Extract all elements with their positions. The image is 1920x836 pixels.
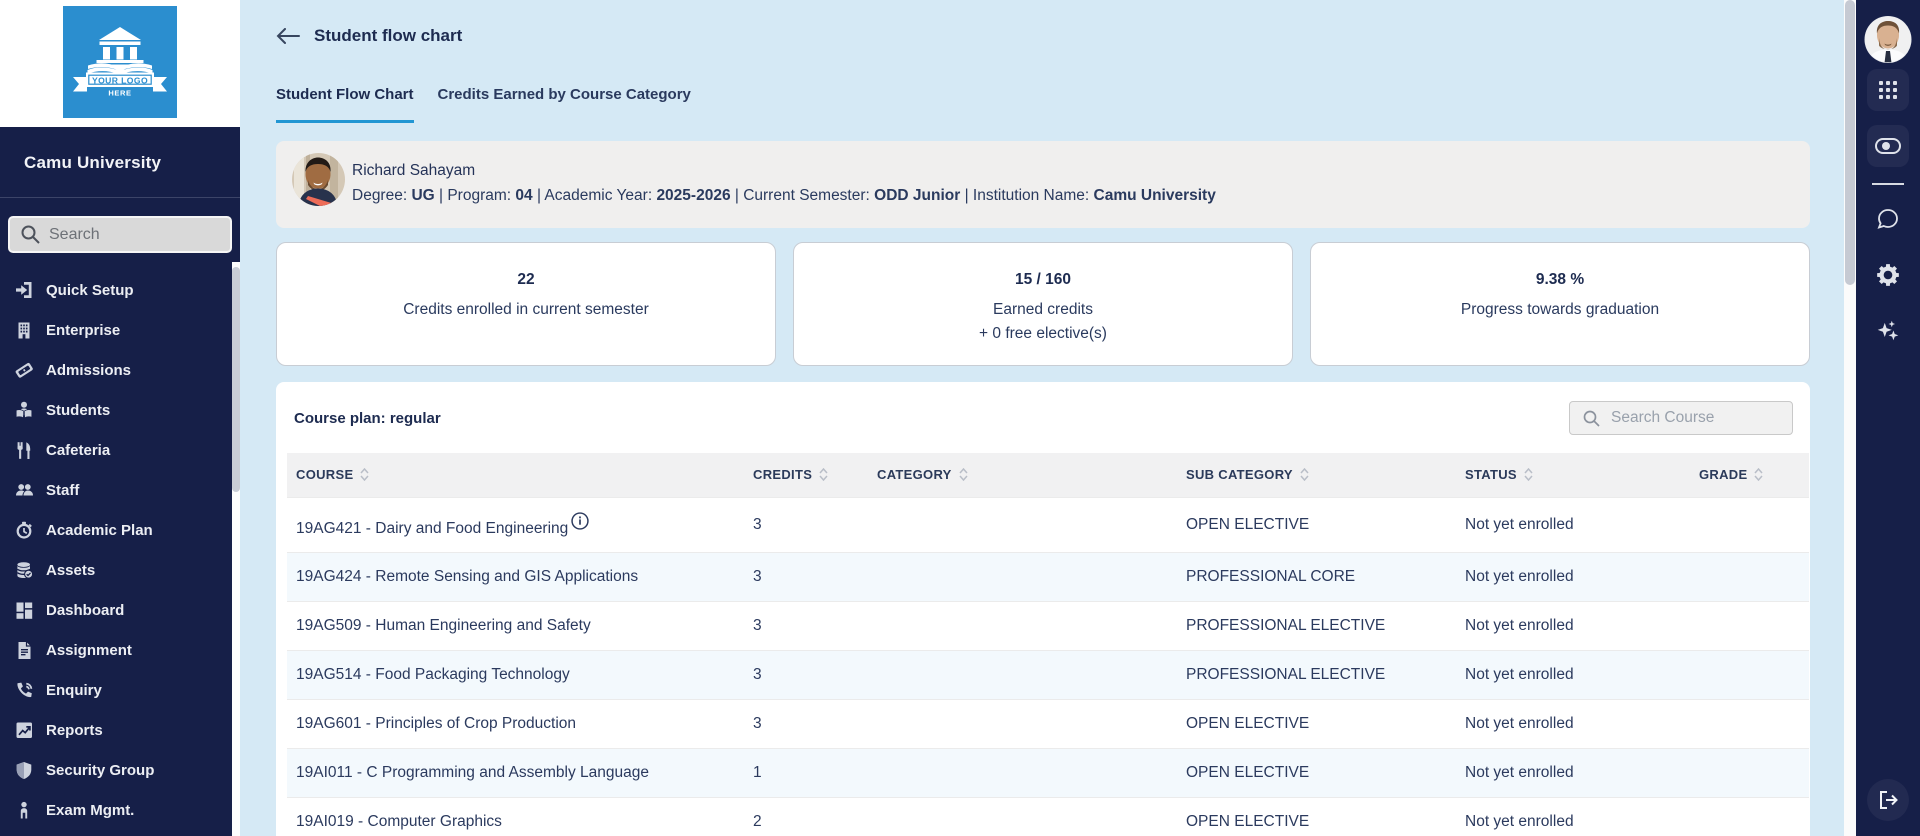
svg-text:HERE: HERE: [108, 89, 131, 98]
svg-text:YOUR LOGO: YOUR LOGO: [92, 76, 148, 86]
